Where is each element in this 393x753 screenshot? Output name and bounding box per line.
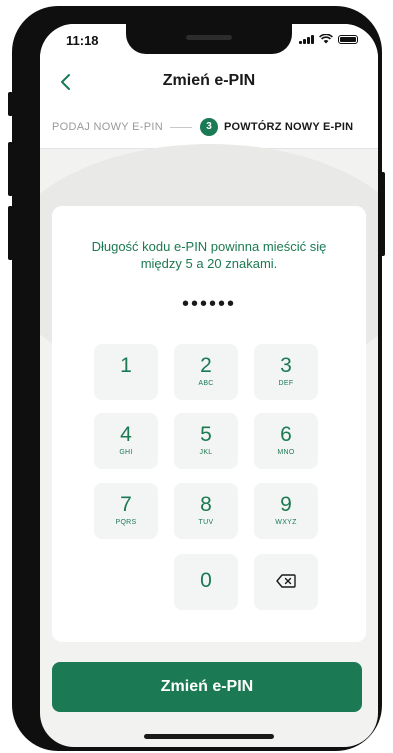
key-digit: 7: [120, 493, 132, 516]
pin-length-hint: Długość kodu e-PIN powinna mieścić się m…: [91, 239, 327, 271]
key-letters: GHI: [119, 449, 133, 456]
key-3[interactable]: 3 DEF: [254, 344, 318, 400]
key-2[interactable]: 2 ABC: [174, 344, 238, 400]
key-digit: 0: [200, 569, 212, 592]
backspace-key[interactable]: [254, 554, 318, 610]
key-8[interactable]: 8 TUV: [174, 483, 238, 539]
key-letters: JKL: [199, 449, 213, 456]
key-digit: 9: [280, 493, 292, 516]
speaker-grille: [186, 35, 232, 40]
step-previous-label: PODAJ NOWY E-PIN: [52, 121, 163, 133]
key-digit: 6: [280, 423, 292, 446]
pin-card: Długość kodu e-PIN powinna mieścić się m…: [52, 206, 366, 642]
page-title: Zmień e-PIN: [162, 72, 256, 89]
phone-frame: 11:18 Zmień e-PIN PODAJ NOWY E-PIN 3 POW…: [12, 6, 382, 751]
key-letters: ABC: [198, 380, 214, 387]
step-progress: PODAJ NOWY E-PIN 3 POWTÓRZ NOWY E-PIN: [40, 108, 378, 149]
key-letters: MNO: [277, 449, 295, 456]
status-icons: [299, 34, 358, 44]
key-4[interactable]: 4 GHI: [94, 413, 158, 469]
signal-icon: [299, 34, 314, 44]
status-time: 11:18: [66, 33, 99, 48]
camera-notch: [126, 24, 292, 54]
key-6[interactable]: 6 MNO: [254, 413, 318, 469]
backspace-icon: [276, 574, 296, 588]
app-header: Zmień e-PIN: [40, 56, 378, 108]
step-divider: [170, 127, 192, 128]
key-9[interactable]: 9 WXYZ: [254, 483, 318, 539]
key-letters: DEF: [278, 380, 294, 387]
key-letters: TUV: [198, 519, 214, 526]
key-letters: WXYZ: [275, 519, 297, 526]
key-1[interactable]: 1: [94, 344, 158, 400]
battery-icon: [338, 35, 358, 44]
key-digit: 5: [200, 423, 212, 446]
key-digit: 3: [280, 354, 292, 377]
key-digit: 2: [200, 354, 212, 377]
key-5[interactable]: 5 JKL: [174, 413, 238, 469]
change-epin-button[interactable]: Zmień e-PIN: [52, 662, 362, 712]
key-digit: 4: [120, 423, 132, 446]
key-0[interactable]: 0: [174, 554, 238, 610]
key-digit: 1: [120, 354, 132, 377]
wifi-icon: [319, 34, 333, 44]
phone-screen: 11:18 Zmień e-PIN PODAJ NOWY E-PIN 3 POW…: [40, 24, 378, 747]
key-letters: PQRS: [115, 519, 137, 526]
step-current-label: POWTÓRZ NOWY E-PIN: [224, 121, 354, 133]
key-digit: 8: [200, 493, 212, 516]
key-7[interactable]: 7 PQRS: [94, 483, 158, 539]
pin-masked-value: ••••••: [181, 293, 236, 315]
step-number-badge: 3: [200, 118, 218, 136]
home-indicator: [144, 734, 274, 739]
